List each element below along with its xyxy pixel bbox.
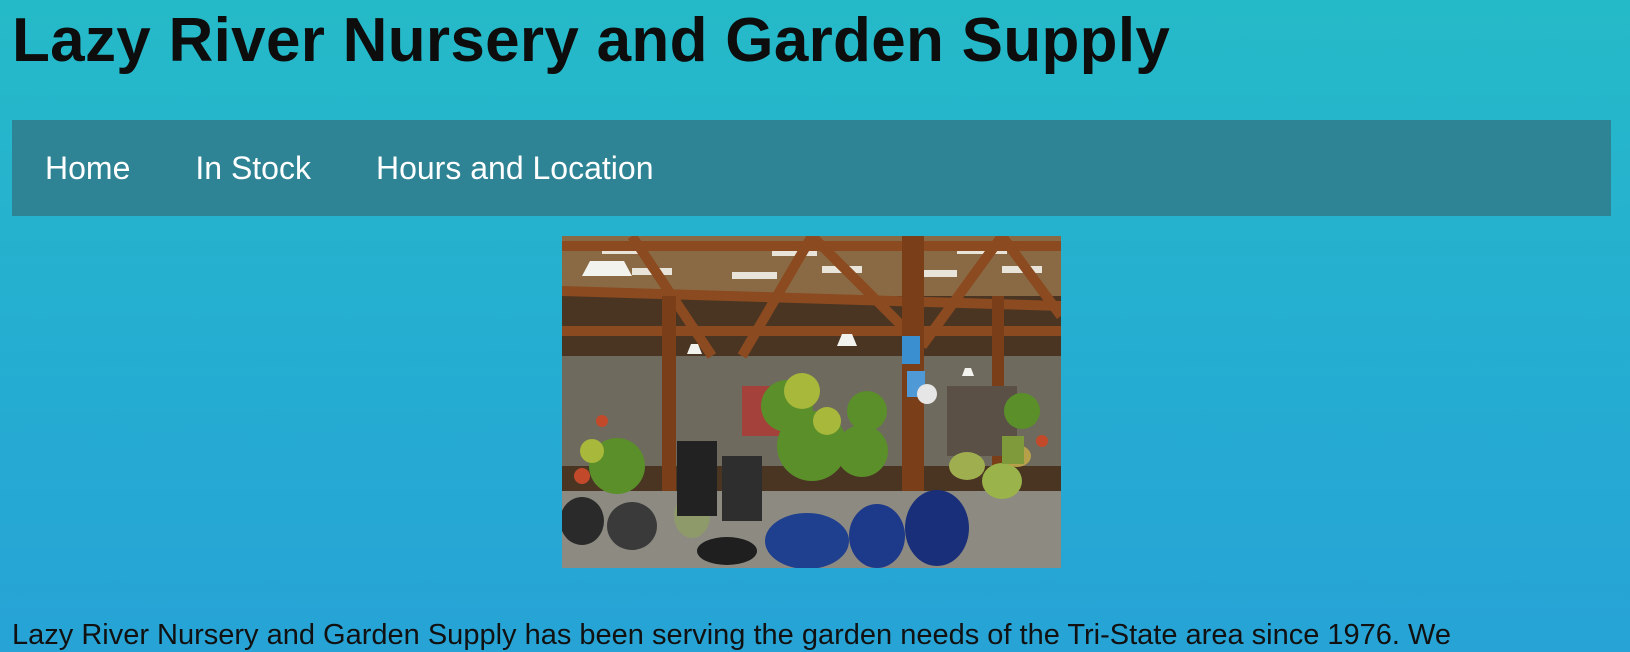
hero-image	[562, 236, 1061, 568]
intro-paragraph: Lazy River Nursery and Garden Supply has…	[12, 619, 1452, 651]
main-nav: Home In Stock Hours and Location	[12, 120, 1611, 216]
site-title: Lazy River Nursery and Garden Supply	[12, 6, 1171, 75]
nav-item-hours-and-location[interactable]: Hours and Location	[376, 150, 654, 187]
nav-item-in-stock[interactable]: In Stock	[195, 150, 311, 187]
nav-item-home[interactable]: Home	[45, 150, 130, 187]
garden-center-photo	[562, 236, 1061, 568]
